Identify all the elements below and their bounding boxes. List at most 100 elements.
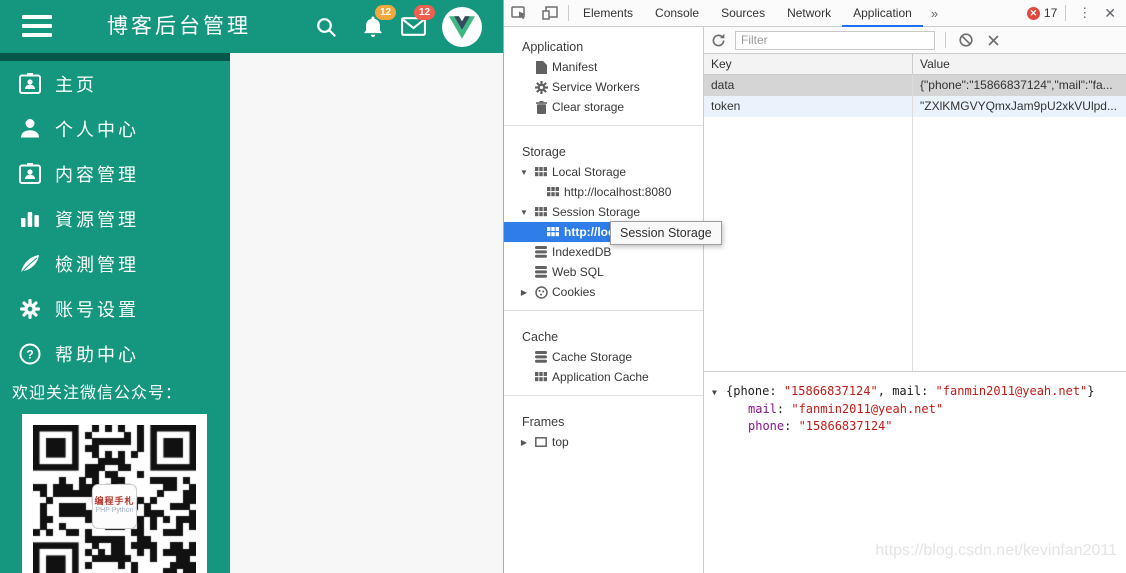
section-header-application: Application: [522, 40, 584, 54]
manifest-file-icon: [532, 60, 550, 74]
tab-network[interactable]: Network: [776, 0, 842, 27]
gear-icon: [17, 298, 43, 319]
sidebar-item-label: 檢測管理: [55, 254, 139, 275]
tab-application[interactable]: Application: [842, 0, 923, 27]
tab-console[interactable]: Console: [644, 0, 710, 27]
tree-item-cache-storage[interactable]: Cache Storage: [504, 347, 703, 367]
app-main-content: [230, 53, 503, 573]
hamburger-menu-icon[interactable]: [22, 15, 52, 38]
storage-row-data[interactable]: data {"phone":"15866837124","mail":"fa..…: [704, 75, 1126, 96]
devtools-close-icon[interactable]: ✕: [1100, 5, 1126, 22]
app-sidebar: 主页 个人中心 内容管理 資源管理 檢測管理 账号设置 ? 帮助中心 欢迎关注微…: [0, 53, 230, 573]
filter-input[interactable]: [735, 30, 935, 50]
section-header-storage: Storage: [522, 145, 566, 159]
sidebar-item-content-mgmt[interactable]: 内容管理: [0, 151, 230, 196]
sidebar-item-label: 帮助中心: [55, 344, 139, 365]
sidebar-item-label: 内容管理: [55, 164, 139, 185]
chevron-collapsed-icon[interactable]: ▶: [516, 438, 532, 447]
expander-triangle-icon[interactable]: ▼: [712, 384, 726, 401]
toolbar-separator: [568, 5, 569, 21]
sidebar-item-help-center[interactable]: ? 帮助中心: [0, 331, 230, 376]
toolbar-separator: [945, 32, 946, 48]
storage-grid-icon: [544, 187, 562, 197]
cookie-icon: [532, 285, 550, 299]
vue-logo-icon: [449, 15, 475, 39]
database-icon: [532, 266, 550, 278]
refresh-icon[interactable]: [704, 33, 733, 48]
error-circle-icon: ✕: [1026, 6, 1040, 20]
tree-item-cookies[interactable]: ▶ Cookies: [504, 282, 703, 302]
clear-all-icon[interactable]: [980, 34, 1007, 47]
feather-icon: [17, 253, 43, 275]
tree-item-application-cache[interactable]: Application Cache: [504, 367, 703, 387]
more-tabs-chevron[interactable]: »: [923, 6, 946, 21]
devtools-window: Elements Console Sources Network Applica…: [503, 0, 1126, 573]
sidebar-item-label: 資源管理: [55, 209, 139, 230]
session-storage-panel: Key Value data {"phone":"15866837124","m…: [704, 27, 1126, 573]
wechat-follow-prompt: 欢迎关注微信公众号：: [12, 385, 183, 402]
qr-logo-title: 编程手札: [94, 496, 135, 506]
search-icon[interactable]: [315, 0, 337, 53]
tree-item-indexeddb[interactable]: IndexedDB: [504, 242, 703, 262]
session-storage-tooltip: Session Storage: [610, 221, 722, 245]
tab-sources[interactable]: Sources: [710, 0, 776, 27]
sidebar-top-strip: [0, 53, 230, 61]
sidebar-item-label: 账号设置: [55, 299, 139, 320]
chevron-expanded-icon[interactable]: ▼: [516, 168, 532, 177]
sidebar-item-home[interactable]: 主页: [0, 61, 230, 106]
storage-grid-icon: [532, 207, 550, 217]
column-header-value[interactable]: Value: [913, 54, 1126, 74]
delete-selected-icon[interactable]: [952, 33, 980, 47]
tree-item-session-storage[interactable]: ▼ Session Storage: [504, 202, 703, 222]
tree-item-web-sql[interactable]: Web SQL: [504, 262, 703, 282]
tree-item-manifest[interactable]: Manifest: [504, 57, 703, 77]
section-header-frames: Frames: [522, 415, 565, 429]
message-badge: 12: [414, 5, 435, 20]
preview-object-summary: ▼ {phone: "15866837124", mail: "fanmin201…: [712, 383, 1126, 401]
device-toolbar-icon[interactable]: [535, 0, 565, 27]
sidebar-item-label: 个人中心: [55, 119, 139, 140]
sidebar-menu: 主页 个人中心 内容管理 資源管理 檢測管理 账号设置 ? 帮助中心: [0, 61, 230, 376]
app-title: 博客后台管理: [107, 14, 251, 38]
tree-item-service-workers[interactable]: Service Workers: [504, 77, 703, 97]
help-question-icon: ?: [17, 343, 43, 365]
sidebar-item-inspect-mgmt[interactable]: 檢測管理: [0, 241, 230, 286]
tree-item-frame-top[interactable]: ▶ top: [504, 432, 703, 452]
wechat-qr-code: 编程手札 PHP Python: [22, 414, 207, 573]
datagrid-empty-area: [704, 117, 1126, 371]
error-counter[interactable]: ✕ 17: [1026, 6, 1058, 20]
inspect-element-icon[interactable]: [504, 0, 535, 27]
screen: 博客后台管理 12 12 主页 个人中心 内容管理 資源管理 檢測管理 账号设置…: [0, 0, 1126, 573]
section-header-cache: Cache: [522, 330, 559, 344]
notification-badge: 12: [375, 5, 396, 20]
qr-logo-subtitle: PHP Python: [95, 507, 134, 514]
tree-item-local-storage[interactable]: ▼ Local Storage: [504, 162, 703, 182]
storage-row-token[interactable]: token "ZXlKMGVYQmxJam9pU2xkVUlpd...: [704, 96, 1126, 117]
storage-toolbar: [704, 27, 1126, 54]
error-count: 17: [1043, 6, 1058, 20]
frame-icon: [532, 437, 550, 447]
sidebar-item-personal-center[interactable]: 个人中心: [0, 106, 230, 151]
csdn-watermark: https://blog.csdn.net/kevinfan2011: [875, 542, 1117, 559]
user-avatar-vue-logo[interactable]: [442, 7, 482, 47]
gear-icon: [532, 80, 550, 94]
preview-prop-phone: phone: "15866837124": [748, 419, 893, 433]
column-header-key[interactable]: Key: [704, 54, 913, 74]
application-panel-sidebar: Application Manifest Service Workers Cle…: [504, 27, 704, 573]
tree-item-clear-storage[interactable]: Clear storage: [504, 97, 703, 117]
sidebar-item-resource-mgmt[interactable]: 資源管理: [0, 196, 230, 241]
bar-chart-icon: [17, 210, 43, 228]
database-icon: [532, 246, 550, 258]
tree-item-localstorage-origin[interactable]: http://localhost:8080: [504, 182, 703, 202]
contact-card-icon: [17, 163, 43, 184]
chevron-expanded-icon[interactable]: ▼: [516, 208, 532, 217]
storage-grid-icon: [532, 372, 550, 382]
datagrid-header: Key Value: [704, 54, 1126, 75]
tab-elements[interactable]: Elements: [572, 0, 644, 27]
sidebar-item-account-settings[interactable]: 账号设置: [0, 286, 230, 331]
devtools-topbar: Elements Console Sources Network Applica…: [504, 0, 1126, 27]
preview-prop-mail: mail: "fanmin2011@yeah.net": [748, 402, 944, 416]
devtools-menu-kebab-icon[interactable]: ⋮: [1069, 5, 1100, 21]
chevron-collapsed-icon[interactable]: ▶: [516, 288, 532, 297]
person-icon: [17, 118, 43, 139]
